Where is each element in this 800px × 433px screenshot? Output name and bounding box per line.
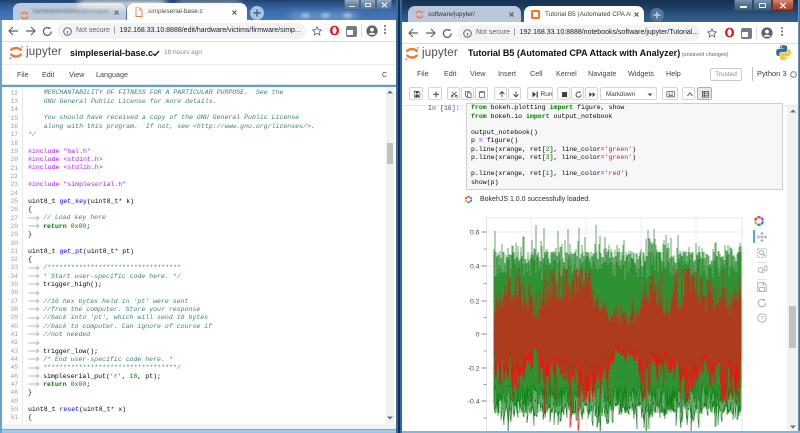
svg-text:0.6: 0.6 (470, 229, 480, 236)
svg-text:?: ? (760, 315, 764, 322)
svg-text:-0.2: -0.2 (468, 365, 480, 372)
svg-text:0.2: 0.2 (470, 298, 480, 305)
svg-text:0.4: 0.4 (470, 263, 480, 270)
svg-text:-0.4: -0.4 (468, 398, 480, 405)
svg-text:0: 0 (476, 331, 480, 338)
